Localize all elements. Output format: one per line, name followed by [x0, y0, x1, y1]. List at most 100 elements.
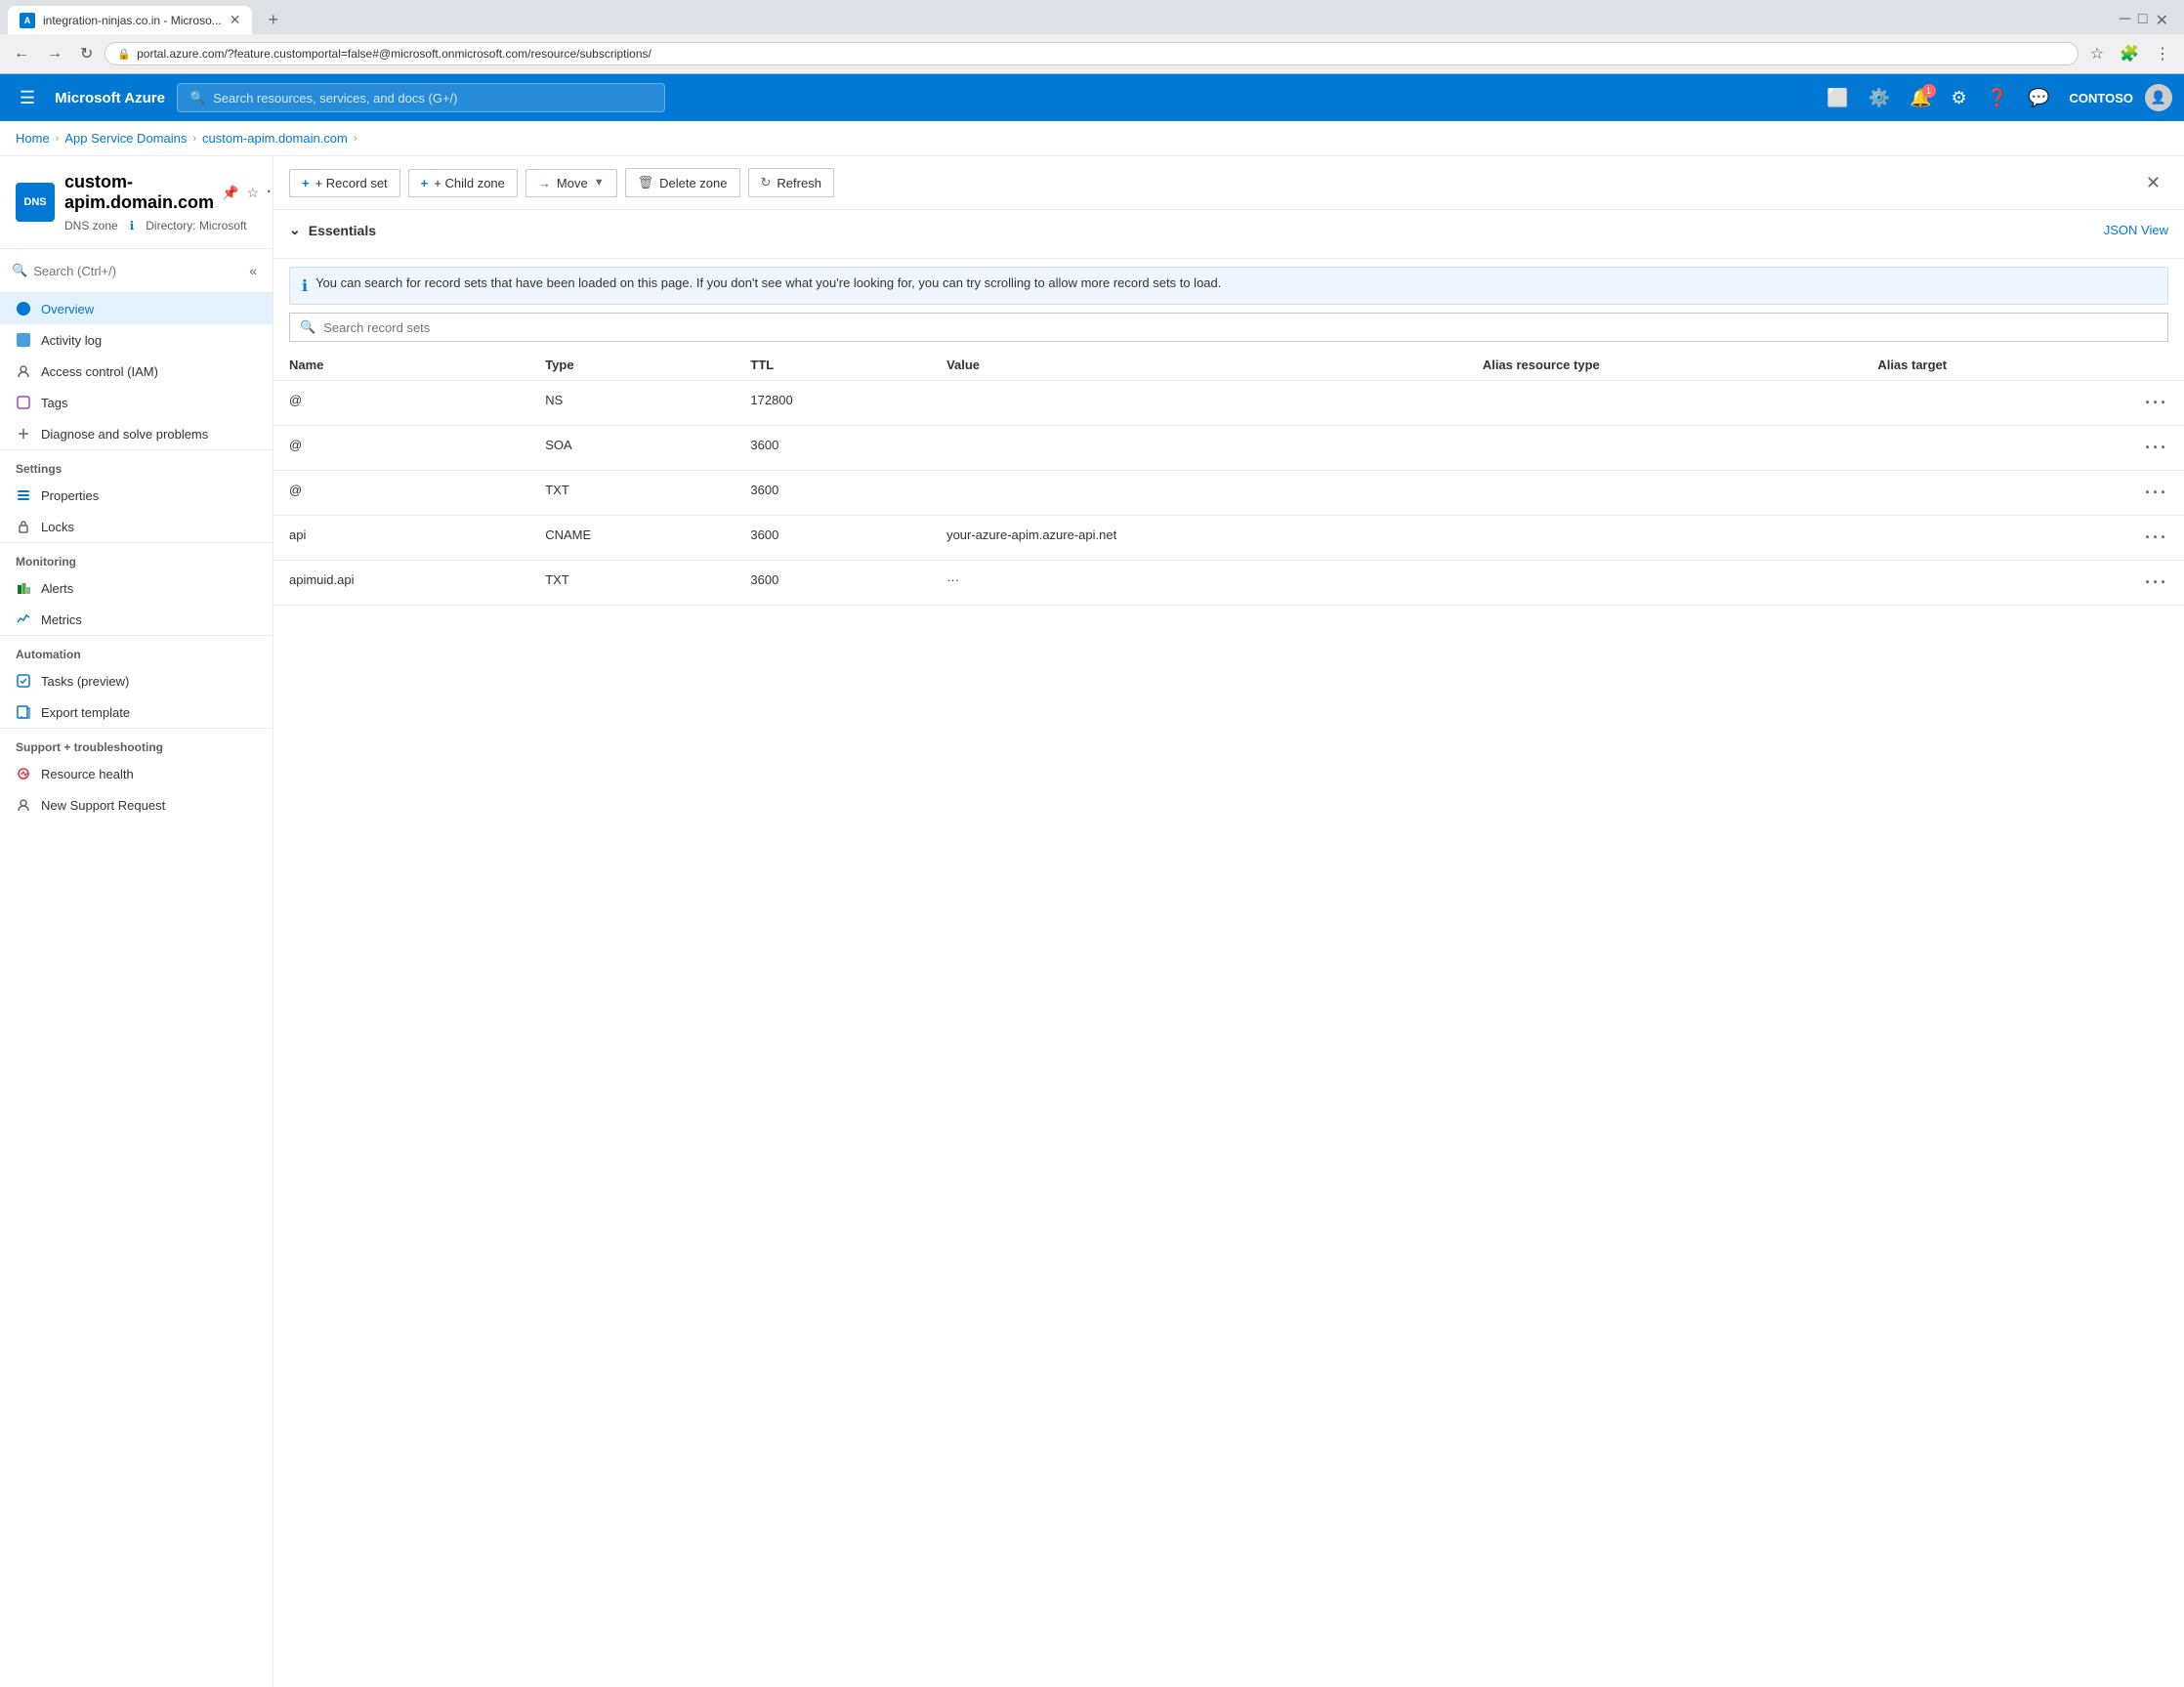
refresh-button[interactable]: ↻ [74, 40, 99, 67]
essentials-collapse-icon: ⌄ [289, 222, 301, 238]
table-row[interactable]: @ NS 172800 ··· [273, 381, 2184, 426]
row-ttl: 3600 [735, 516, 931, 561]
row-actions-button[interactable]: ··· [2145, 393, 2168, 412]
bookmark-button[interactable]: ☆ [2084, 40, 2110, 67]
delete-zone-button[interactable]: 🗑 Delete zone [625, 168, 740, 197]
essentials-title[interactable]: ⌄ Essentials [289, 222, 376, 238]
sidebar-item-new-support[interactable]: New Support Request [0, 789, 273, 821]
col-name[interactable]: Name [273, 350, 529, 381]
sidebar-item-export-template[interactable]: Export template [0, 696, 273, 728]
tags-icon [16, 395, 31, 410]
col-alias-resource-type[interactable]: Alias resource type [1467, 350, 1863, 381]
new-tab-button[interactable]: + [260, 6, 286, 34]
search-input[interactable] [213, 91, 652, 105]
col-ttl[interactable]: TTL [735, 350, 931, 381]
sidebar-item-locks[interactable]: Locks [0, 511, 273, 542]
resource-header: DNS custom-apim.domain.com 📌 ☆ ··· DNS z… [0, 156, 273, 249]
move-dropdown-icon: ▼ [594, 177, 605, 189]
back-button[interactable]: ← [8, 41, 35, 66]
record-set-button[interactable]: + + Record set [289, 169, 400, 197]
col-alias-target[interactable]: Alias target [1862, 350, 2129, 381]
extensions-button[interactable]: 🧩 [2114, 40, 2145, 67]
table-row[interactable]: apimuid.api TXT 3600 ··· ··· [273, 561, 2184, 606]
page-layout: DNS custom-apim.domain.com 📌 ☆ ··· DNS z… [0, 156, 2184, 1687]
table-row[interactable]: @ TXT 3600 ··· [273, 471, 2184, 516]
user-name[interactable]: CONTOSO [2062, 83, 2142, 113]
row-ttl: 3600 [735, 471, 931, 516]
browser-tab[interactable]: A integration-ninjas.co.in - Microso... … [8, 6, 252, 34]
row-value [931, 381, 1467, 426]
automation-section-header: Automation [0, 635, 273, 665]
refresh-button[interactable]: ↻ Refresh [748, 168, 834, 197]
overview-icon [16, 301, 31, 316]
properties-icon [16, 487, 31, 503]
global-search[interactable]: 🔍 [177, 83, 665, 112]
monitoring-section-header: Monitoring [0, 542, 273, 572]
settings-icon[interactable]: ⚙ [1944, 80, 1975, 116]
cloud-shell-icon[interactable]: ⬜ [1819, 80, 1856, 116]
breadcrumb-home[interactable]: Home [16, 131, 50, 146]
table-header-row: Name Type TTL Value Alias resource type … [273, 350, 2184, 381]
sidebar-item-diagnose[interactable]: Diagnose and solve problems [0, 418, 273, 449]
row-actions-button[interactable]: ··· [2145, 438, 2168, 457]
col-value[interactable]: Value [931, 350, 1467, 381]
sidebar-item-resource-health[interactable]: Resource health [0, 758, 273, 789]
child-zone-button[interactable]: + + Child zone [408, 169, 518, 197]
menu-button[interactable]: ⋮ [2149, 40, 2176, 67]
breadcrumb-sep-1: › [56, 133, 60, 145]
help-icon[interactable]: ❓ [1979, 80, 2016, 116]
window-close[interactable]: ✕ [2156, 11, 2168, 30]
row-type: NS [529, 381, 735, 426]
row-actions-button[interactable]: ··· [2145, 483, 2168, 502]
child-zone-icon: + [421, 176, 429, 190]
breadcrumb-current[interactable]: custom-apim.domain.com [202, 131, 348, 146]
json-view-link[interactable]: JSON View [2104, 223, 2168, 237]
table-row[interactable]: @ SOA 3600 ··· [273, 426, 2184, 471]
sidebar-item-properties[interactable]: Properties [0, 480, 273, 511]
sidebar-item-access-control[interactable]: Access control (IAM) [0, 356, 273, 387]
sidebar-item-activity-log[interactable]: Activity log [0, 324, 273, 356]
sidebar-item-metrics[interactable]: Metrics [0, 604, 273, 635]
row-actions-button[interactable]: ··· [2145, 572, 2168, 592]
main-toolbar: + + Record set + + Child zone → Move ▼ 🗑… [273, 156, 2184, 210]
row-alias-resource-type [1467, 426, 1863, 471]
url-text: portal.azure.com/?feature.customportal=f… [137, 47, 651, 61]
refresh-icon: ↻ [761, 175, 772, 190]
move-button[interactable]: → Move ▼ [525, 169, 617, 197]
star-icon[interactable]: ☆ [246, 185, 259, 201]
row-actions-button[interactable]: ··· [2145, 527, 2168, 547]
search-records-input[interactable] [323, 320, 2158, 335]
sidebar-item-tasks[interactable]: Tasks (preview) [0, 665, 273, 696]
col-type[interactable]: Type [529, 350, 735, 381]
more-icon[interactable]: ··· [267, 184, 273, 201]
sidebar-search-input[interactable] [33, 264, 239, 278]
browser-chrome: A integration-ninjas.co.in - Microso... … [0, 0, 2184, 74]
hamburger-menu[interactable]: ☰ [12, 80, 43, 116]
user-avatar[interactable]: 👤 [2145, 84, 2172, 111]
window-minimize[interactable]: ─ [2120, 11, 2130, 30]
sidebar-item-overview[interactable]: Overview [0, 293, 273, 324]
row-alias-resource-type [1467, 516, 1863, 561]
pin-icon[interactable]: 📌 [222, 185, 238, 201]
feedback-icon[interactable]: 💬 [2020, 80, 2057, 116]
sidebar-item-label: Locks [41, 520, 74, 534]
tab-close-button[interactable]: ✕ [230, 12, 241, 28]
close-button[interactable]: ✕ [2138, 169, 2168, 197]
portal-settings-icon[interactable]: ⚙️ [1861, 80, 1898, 116]
sidebar-item-label: Export template [41, 705, 130, 720]
move-icon: → [538, 176, 551, 190]
col-actions [2129, 350, 2184, 381]
sidebar-item-alerts[interactable]: Alerts [0, 572, 273, 604]
table-row[interactable]: api CNAME 3600 your-azure-apim.azure-api… [273, 516, 2184, 561]
window-maximize[interactable]: □ [2138, 11, 2148, 30]
search-bar[interactable]: 🔍 [289, 313, 2168, 342]
breadcrumb-app-service-domains[interactable]: App Service Domains [64, 131, 187, 146]
forward-button[interactable]: → [41, 41, 68, 66]
sidebar-item-tags[interactable]: Tags [0, 387, 273, 418]
row-alias-target [1862, 381, 2129, 426]
sidebar-collapse-button[interactable]: « [245, 259, 261, 282]
sidebar-search[interactable]: 🔍 « [0, 249, 273, 293]
address-bar[interactable]: 🔒 portal.azure.com/?feature.customportal… [105, 42, 2078, 65]
notifications-icon[interactable]: 🔔 1 [1902, 80, 1939, 116]
row-value: ··· [931, 561, 1467, 606]
